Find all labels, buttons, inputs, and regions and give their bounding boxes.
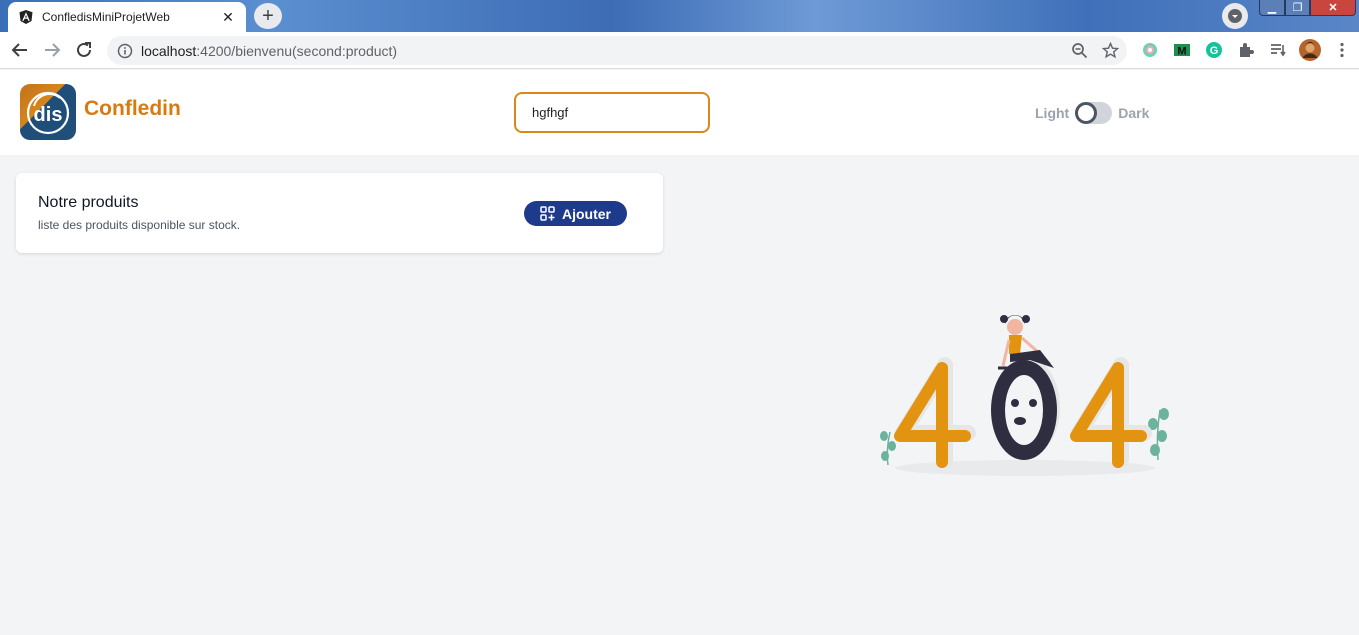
new-tab-button[interactable]: + <box>254 3 282 29</box>
theme-switch-knob <box>1075 102 1098 124</box>
brand-name: Confledin <box>84 97 181 120</box>
window-close-button[interactable]: ✕ <box>1310 0 1356 16</box>
left-plant-icon <box>880 431 896 466</box>
back-button[interactable] <box>8 38 32 62</box>
person-figure <box>998 315 1054 370</box>
digit-zero-face <box>991 357 1060 460</box>
window-minimize-button[interactable]: ▁ <box>1259 0 1285 16</box>
theme-toggle-group: Light Dark <box>1035 102 1149 124</box>
svg-text:M: M <box>1177 46 1186 58</box>
reload-icon <box>77 42 91 57</box>
reload-button[interactable] <box>72 38 96 62</box>
browser-toolbar: localhost:4200/bienvenu(second:product) … <box>0 32 1359 69</box>
digit-four-right <box>1070 357 1152 468</box>
close-tab-icon[interactable]: ✕ <box>220 9 236 26</box>
bookmark-star-icon[interactable] <box>1102 42 1119 59</box>
brand-logo[interactable]: dis <box>20 84 76 140</box>
chevron-down-icon <box>1228 9 1242 23</box>
zoom-icon[interactable] <box>1071 42 1088 59</box>
digit-four-left <box>894 357 976 468</box>
theme-switch[interactable] <box>1075 102 1113 124</box>
app-header: dis Confledin Light Dark <box>0 70 1359 155</box>
grammarly-icon[interactable]: G <box>1204 40 1224 60</box>
extension-color-icon[interactable] <box>1140 40 1160 60</box>
products-card: Notre produits liste des produits dispon… <box>16 173 663 253</box>
card-subtitle: liste des produits disponible sur stock. <box>38 218 241 232</box>
profile-avatar[interactable] <box>1299 39 1321 61</box>
svg-text:dis: dis <box>34 104 63 126</box>
add-product-button[interactable]: Ajouter <box>524 201 627 226</box>
extensions-puzzle-icon[interactable] <box>1236 40 1256 60</box>
browser-tab-bar: ConfledisMiniProjetWeb ✕ + ▁ ❐ ✕ <box>0 0 1359 32</box>
svg-text:G: G <box>1210 45 1219 57</box>
grid-plus-icon <box>540 206 555 221</box>
theme-light-label: Light <box>1035 105 1070 121</box>
card-title: Notre produits <box>38 194 139 211</box>
not-found-illustration <box>880 315 1169 476</box>
tab-search-button[interactable] <box>1222 3 1248 29</box>
browser-tab[interactable]: ConfledisMiniProjetWeb ✕ <box>8 2 246 32</box>
tab-title: ConfledisMiniProjetWeb <box>42 10 170 24</box>
window-maximize-button[interactable]: ❐ <box>1285 0 1310 16</box>
address-bar[interactable]: localhost:4200/bienvenu(second:product) <box>107 36 1127 65</box>
arrow-right-icon <box>45 43 61 57</box>
url-text: localhost:4200/bienvenu(second:product) <box>141 42 398 59</box>
add-product-label: Ajouter <box>562 205 611 222</box>
site-info-icon[interactable] <box>117 43 133 59</box>
search-input[interactable] <box>514 92 710 133</box>
theme-dark-label: Dark <box>1118 105 1150 121</box>
angular-favicon-icon <box>19 10 33 24</box>
arrow-left-icon <box>11 43 27 57</box>
browser-menu-icon[interactable] <box>1332 40 1352 60</box>
reading-list-icon[interactable] <box>1268 40 1288 60</box>
extension-m-icon[interactable]: M <box>1172 40 1192 60</box>
forward-button[interactable] <box>40 38 64 62</box>
